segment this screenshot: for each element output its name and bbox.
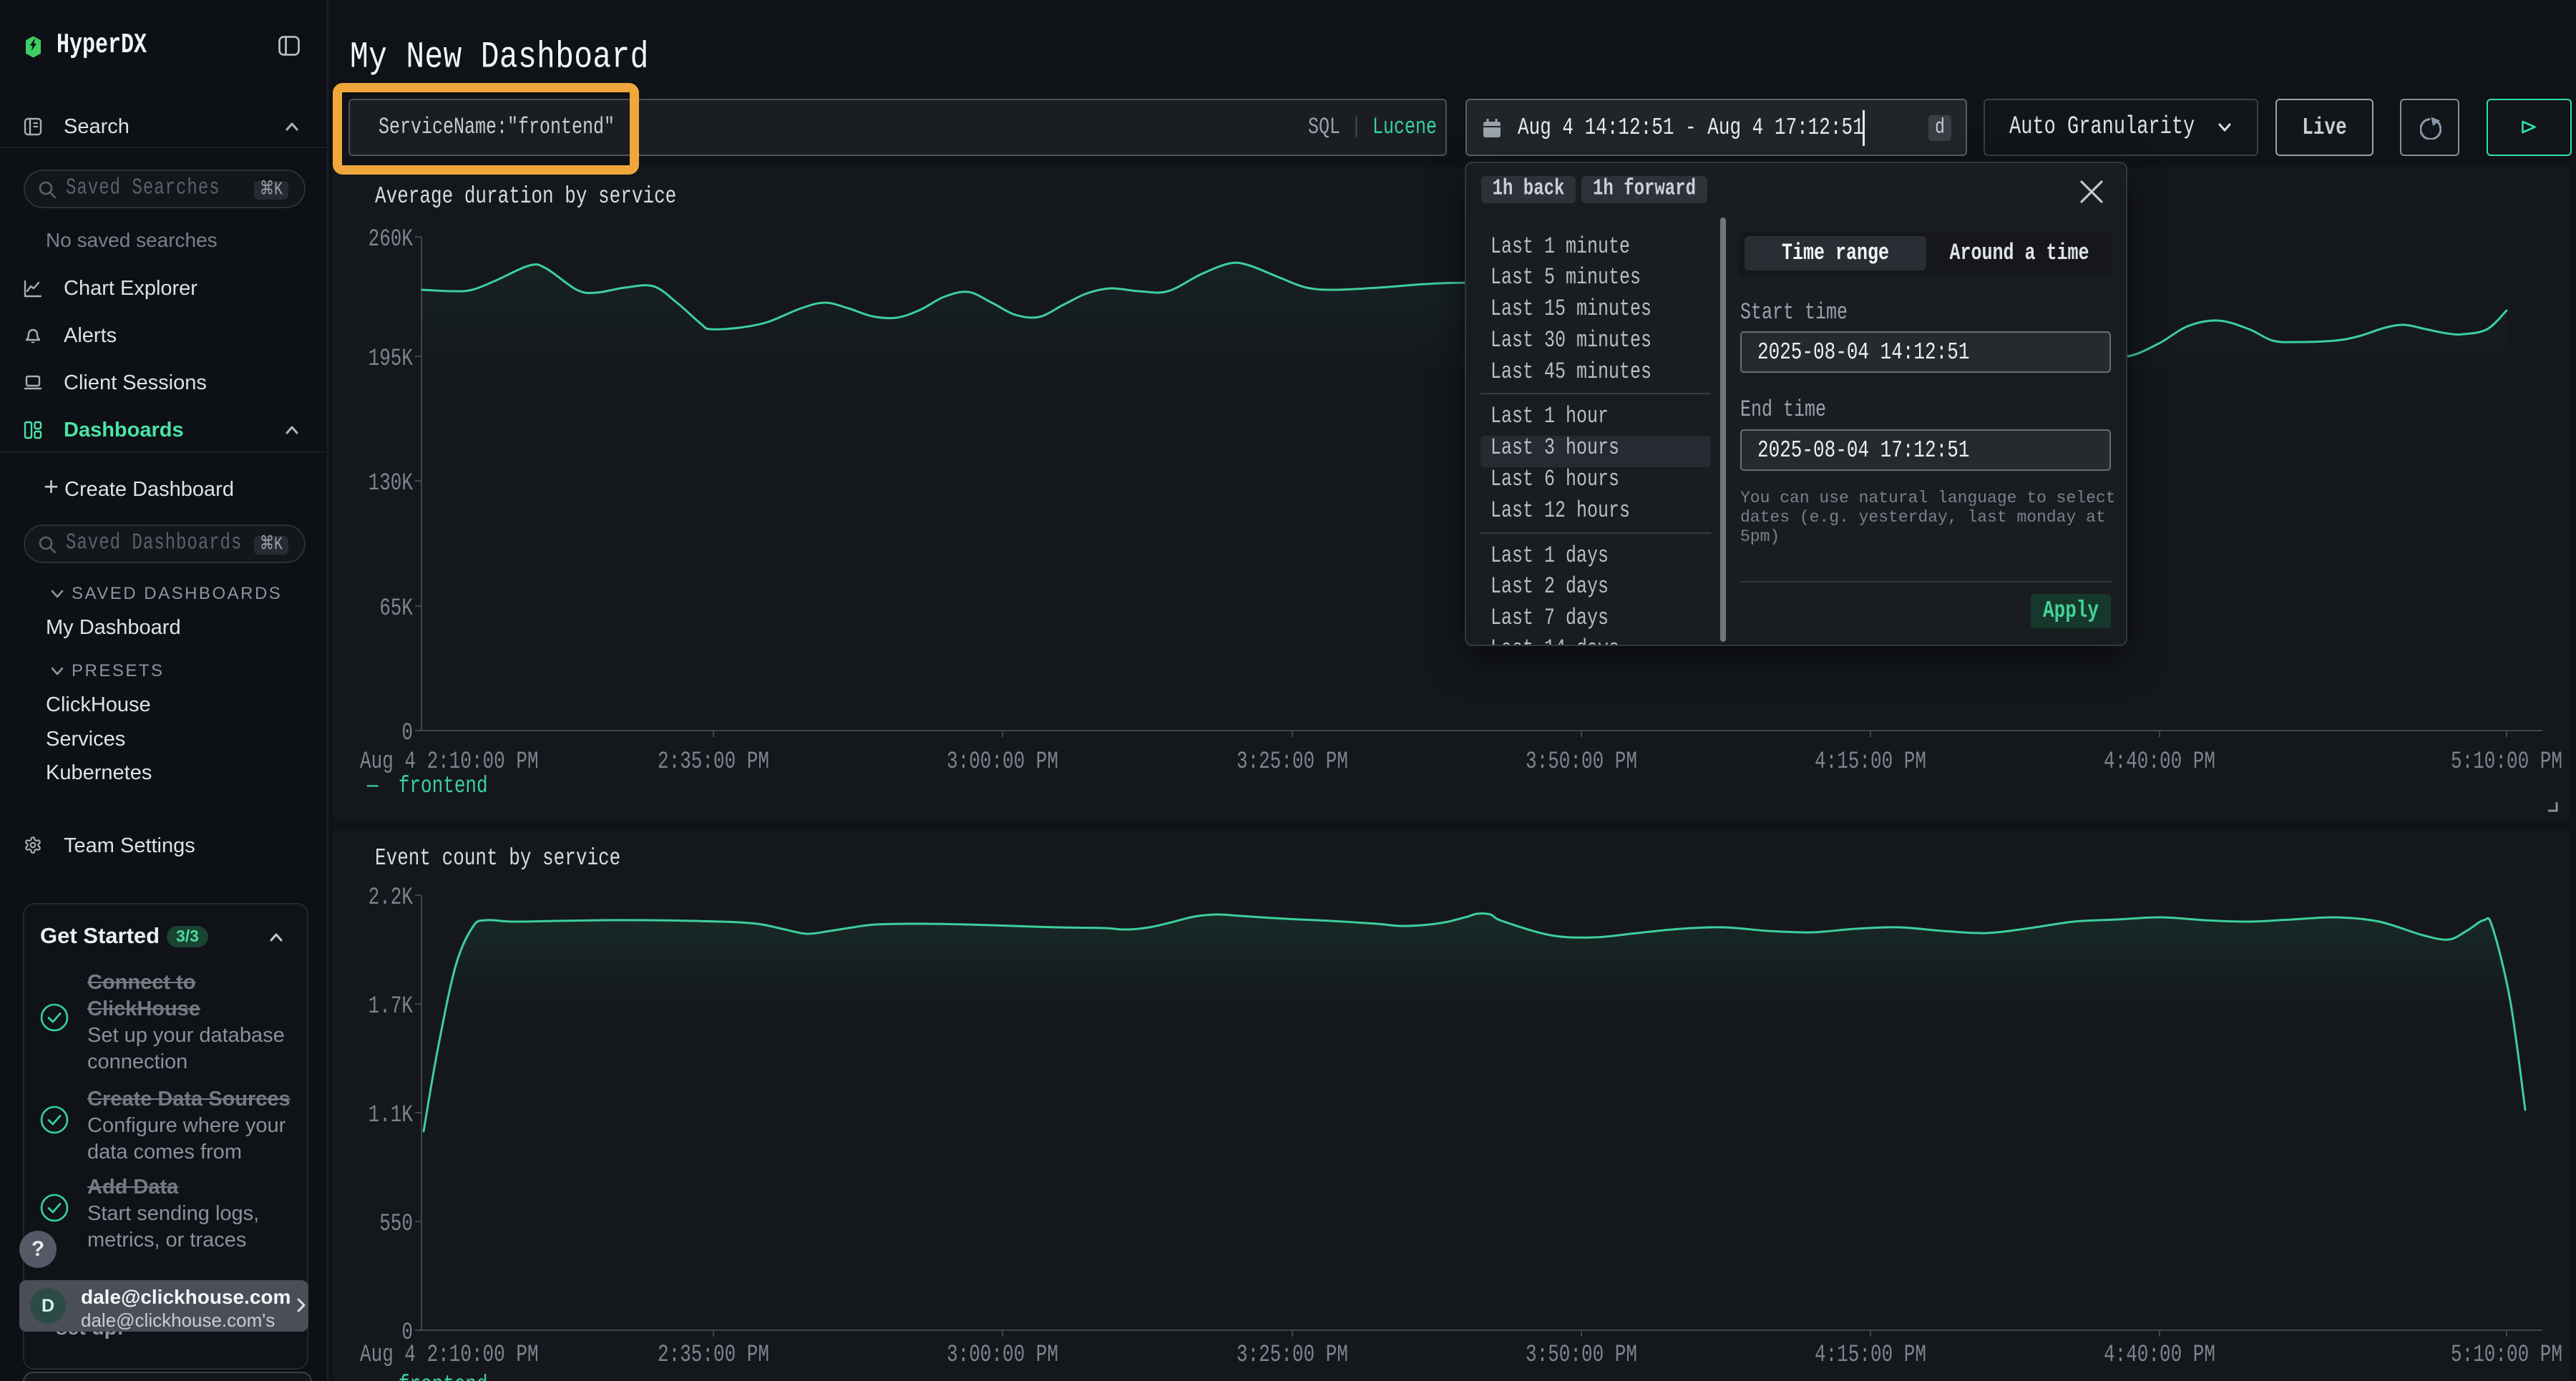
svg-text:550: 550 xyxy=(379,1211,413,1238)
svg-text:65K: 65K xyxy=(379,595,414,623)
svg-text:4:15:00 PM: 4:15:00 PM xyxy=(1815,1342,1926,1369)
svg-text:5:10:00 PM: 5:10:00 PM xyxy=(2451,748,2562,776)
svg-text:260K: 260K xyxy=(369,226,414,253)
svg-text:3:50:00 PM: 3:50:00 PM xyxy=(1526,748,1637,776)
svg-text:Aug 4 2:10:00 PM: Aug 4 2:10:00 PM xyxy=(360,1342,539,1369)
svg-text:2.2K: 2.2K xyxy=(369,884,414,912)
svg-text:195K: 195K xyxy=(369,346,414,373)
svg-text:1.1K: 1.1K xyxy=(369,1102,414,1129)
svg-text:0: 0 xyxy=(401,720,413,747)
svg-text:1.7K: 1.7K xyxy=(369,993,414,1020)
svg-text:3:50:00 PM: 3:50:00 PM xyxy=(1526,1342,1637,1369)
svg-text:3:25:00 PM: 3:25:00 PM xyxy=(1236,748,1348,776)
svg-text:4:15:00 PM: 4:15:00 PM xyxy=(1815,748,1926,776)
svg-text:4:40:00 PM: 4:40:00 PM xyxy=(2104,1342,2215,1369)
svg-text:2:35:00 PM: 2:35:00 PM xyxy=(658,748,769,776)
svg-text:3:00:00 PM: 3:00:00 PM xyxy=(947,748,1058,776)
svg-text:130K: 130K xyxy=(369,470,414,497)
svg-text:4:40:00 PM: 4:40:00 PM xyxy=(2104,748,2215,776)
svg-text:3:00:00 PM: 3:00:00 PM xyxy=(947,1342,1058,1369)
svg-text:5:10:00 PM: 5:10:00 PM xyxy=(2451,1342,2562,1369)
svg-text:2:35:00 PM: 2:35:00 PM xyxy=(658,1342,769,1369)
svg-text:3:25:00 PM: 3:25:00 PM xyxy=(1236,1342,1348,1369)
